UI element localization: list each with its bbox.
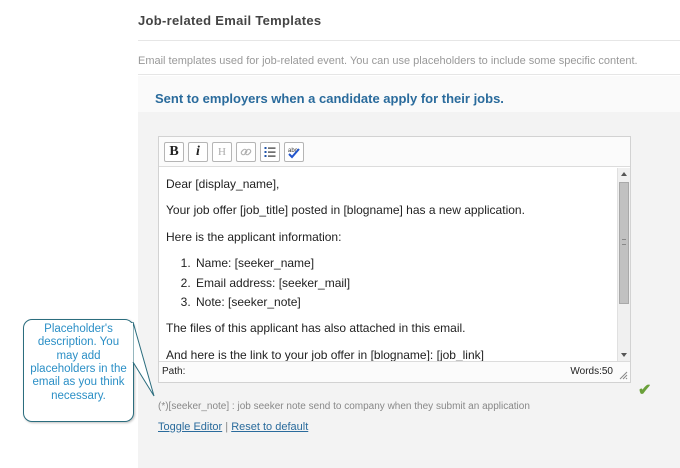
path-label: Path:: [162, 366, 186, 377]
email-line: The files of this applicant has also att…: [166, 321, 466, 336]
resize-handle-icon[interactable]: [618, 370, 628, 380]
editor-toolbar: B i H abc: [159, 137, 630, 167]
numbered-list-button[interactable]: [260, 142, 280, 162]
list-item: Email address: [seeker_mail]: [194, 276, 610, 290]
list-item: Name: [seeker_name]: [194, 256, 610, 270]
editor-content[interactable]: Dear [display_name], Your job offer [job…: [159, 168, 617, 361]
section-description: Email templates used for job-related eve…: [138, 55, 638, 67]
link-separator: |: [225, 421, 229, 433]
editor-statusbar: Path: Words:50: [159, 361, 630, 382]
toggle-editor-link[interactable]: Toggle Editor: [158, 421, 222, 433]
callout-pointer: [130, 322, 155, 397]
email-line: And here is the link to your job offer i…: [166, 347, 484, 361]
applicant-info-list: Name: [seeker_name] Email address: [seek…: [194, 256, 610, 309]
email-line: Your job offer [job_title] posted in [bl…: [166, 203, 525, 218]
section-title: Job-related Email Templates: [138, 13, 322, 28]
divider: [138, 40, 680, 41]
email-editor: B i H abc Dear [display_name], Your job …: [158, 136, 631, 383]
placeholder-description: (*)[seeker_note] : job seeker note send …: [158, 401, 530, 412]
email-greeting: Dear [display_name],: [166, 177, 280, 191]
template-panel: Sent to employers when a candidate apply…: [138, 76, 680, 468]
template-heading: Sent to employers when a candidate apply…: [155, 91, 504, 106]
editor-scrollbar[interactable]: [617, 168, 630, 361]
scrollbar-thumb[interactable]: [619, 182, 629, 304]
spellcheck-button[interactable]: abc: [284, 142, 304, 162]
email-line: Here is the applicant information:: [166, 229, 342, 244]
list-item: Note: [seeker_note]: [194, 295, 610, 309]
heading-button[interactable]: H: [212, 142, 232, 162]
scroll-up-arrow-icon[interactable]: [621, 172, 627, 176]
link-icon: [240, 148, 252, 156]
numbered-list-icon: [264, 147, 276, 157]
spellcheck-icon: abc: [288, 148, 300, 158]
reset-to-default-link[interactable]: Reset to default: [231, 421, 308, 433]
editor-links: Toggle Editor | Reset to default: [158, 421, 308, 433]
scroll-down-arrow-icon[interactable]: [621, 353, 627, 357]
word-count: Words:50: [570, 366, 613, 377]
checkmark-icon: ✔: [638, 382, 652, 399]
divider: [138, 74, 680, 75]
italic-button[interactable]: i: [188, 142, 208, 162]
grip-icon: [622, 239, 626, 245]
bold-button[interactable]: B: [164, 142, 184, 162]
link-button[interactable]: [236, 142, 256, 162]
placeholder-callout: Placeholder's description. You may add p…: [23, 319, 134, 422]
